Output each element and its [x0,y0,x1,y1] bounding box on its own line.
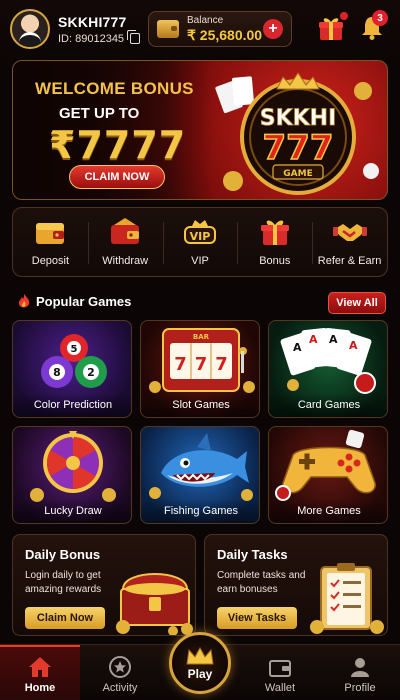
play-button[interactable]: Play [169,632,231,694]
nav-label: Home [24,682,56,694]
promo-description: Login daily to get amazing rewards [25,570,102,595]
game-card-label: Fishing Games [141,499,259,523]
quick-action-bonus[interactable]: Bonus [237,208,312,276]
gift-icon [260,220,289,245]
prize-wheel-art [30,431,116,502]
balance-label: Balance [187,14,224,26]
gift-notification-dot [340,12,348,20]
quick-action-label: Deposit [31,255,70,267]
profile-icon [351,658,369,677]
svg-text:VIP: VIP [190,230,211,243]
svg-text:A: A [309,333,318,346]
copy-icon[interactable] [127,30,141,44]
crown-icon [186,646,214,664]
nav-label: Wallet [264,682,296,694]
svg-text:8: 8 [53,366,61,379]
shark-art [149,433,253,501]
svg-text:7: 7 [195,354,208,375]
gift-icon[interactable] [318,15,344,41]
game-card-label: More Games [269,499,387,523]
quick-action-label: Bonus [259,255,291,267]
withdraw-wallet-icon [111,218,140,244]
svg-text:5: 5 [71,344,78,355]
banner-title: WELCOME BONUS [35,79,194,98]
welcome-bonus-banner[interactable]: SKKHI 777 GAME WELCOME BONUS GET UP TO ₹… [12,60,388,200]
checklist-clipboard-icon [310,563,384,634]
svg-text:2: 2 [87,366,95,379]
playing-cards-art: A A A A [280,328,376,394]
game-card-fishing-games[interactable]: Fishing Games [140,426,260,524]
treasure-chest-icon [116,573,193,635]
svg-text:BAR: BAR [193,333,210,341]
svg-text:A: A [349,339,358,352]
vip-crown-icon: VIP [183,220,216,244]
gamepad-art [275,429,376,501]
slot-machine-art: 7 7 7 BAR [149,328,255,393]
quick-action-label: Withdraw [102,255,149,267]
quick-action-label: VIP [191,255,209,267]
user-info: SKKHI777 ID: 89012345 [58,13,141,45]
handshake-icon [332,224,367,241]
skkhi-777-logo: SKKHI 777 GAME [215,72,379,195]
lottery-balls-art: 5 8 2 [41,334,107,388]
username: SKKHI777 [58,13,127,30]
game-card-lucky-draw[interactable]: Lucky Draw [12,426,132,524]
flame-icon [18,294,30,308]
home-icon [29,657,51,677]
claim-now-button[interactable]: CLAIM NOW [69,165,165,189]
daily-bonus-card: Daily Bonus Login daily to get amazing r… [12,534,196,636]
banner-subtitle: GET UP TO [59,105,140,122]
balance-value: ₹ 25,680.00 [187,26,263,43]
game-card-label: Lucky Draw [13,499,131,523]
promo-title: Daily Bonus [25,547,101,562]
svg-text:7: 7 [174,354,187,375]
user-id: ID: 89012345 [58,32,125,45]
quick-action-withdraw[interactable]: Withdraw [87,208,163,276]
promo-description: Complete tasks and earn bonuses [217,570,306,595]
nav-activity[interactable]: Activity [80,645,160,700]
game-card-card-games[interactable]: A A A A Card Games [268,320,388,418]
game-card-label: Color Prediction [13,393,131,417]
user-id-row: ID: 89012345 [58,30,141,45]
nav-label: Activity [102,682,138,694]
svg-text:A: A [329,333,338,346]
nav-home[interactable]: Home [0,645,80,700]
promo-title: Daily Tasks [217,547,288,562]
popular-games-heading: Popular Games [18,294,131,309]
quick-action-vip[interactable]: VIP VIP [162,208,238,276]
svg-text:7: 7 [215,354,228,375]
avatar[interactable] [10,9,50,49]
game-card-color-prediction[interactable]: 5 8 2 Color Prediction [12,320,132,418]
quick-action-deposit[interactable]: Deposit [13,208,88,276]
daily-tasks-card: Daily Tasks Complete tasks and earn bonu… [204,534,388,636]
logo-number-text: 777 [263,128,334,168]
banner-amount: ₹7777 [49,123,187,167]
balance-box[interactable]: Balance ₹ 25,680.00 + [148,11,292,47]
wallet-icon [269,660,291,677]
quick-action-refer-earn[interactable]: Refer & Earn [312,208,387,276]
nav-wallet[interactable]: Wallet [240,645,320,700]
activity-star-icon [109,656,131,678]
game-card-more-games[interactable]: More Games [268,426,388,524]
play-label: Play [187,666,213,681]
svg-text:A: A [293,341,302,354]
wallet-icon [157,20,179,38]
section-title: Popular Games [36,294,132,309]
quick-actions-bar: Deposit Withdraw VIP VIP Bonus Refer & E… [12,207,388,277]
view-all-button[interactable]: View All [328,292,386,314]
claim-now-button[interactable]: Claim Now [25,607,105,629]
nav-profile[interactable]: Profile [320,645,400,700]
notification-badge: 3 [372,10,388,26]
game-card-label: Card Games [269,393,387,417]
game-card-slot-games[interactable]: 7 7 7 BAR Slot Games [140,320,260,418]
add-funds-button[interactable]: + [263,19,283,39]
view-tasks-button[interactable]: View Tasks [217,607,297,629]
quick-action-label: Refer & Earn [317,255,382,267]
nav-label: Profile [344,682,376,694]
logo-bottom-text: GAME [283,169,312,179]
wallet-icon [36,223,65,244]
game-card-label: Slot Games [141,393,259,417]
